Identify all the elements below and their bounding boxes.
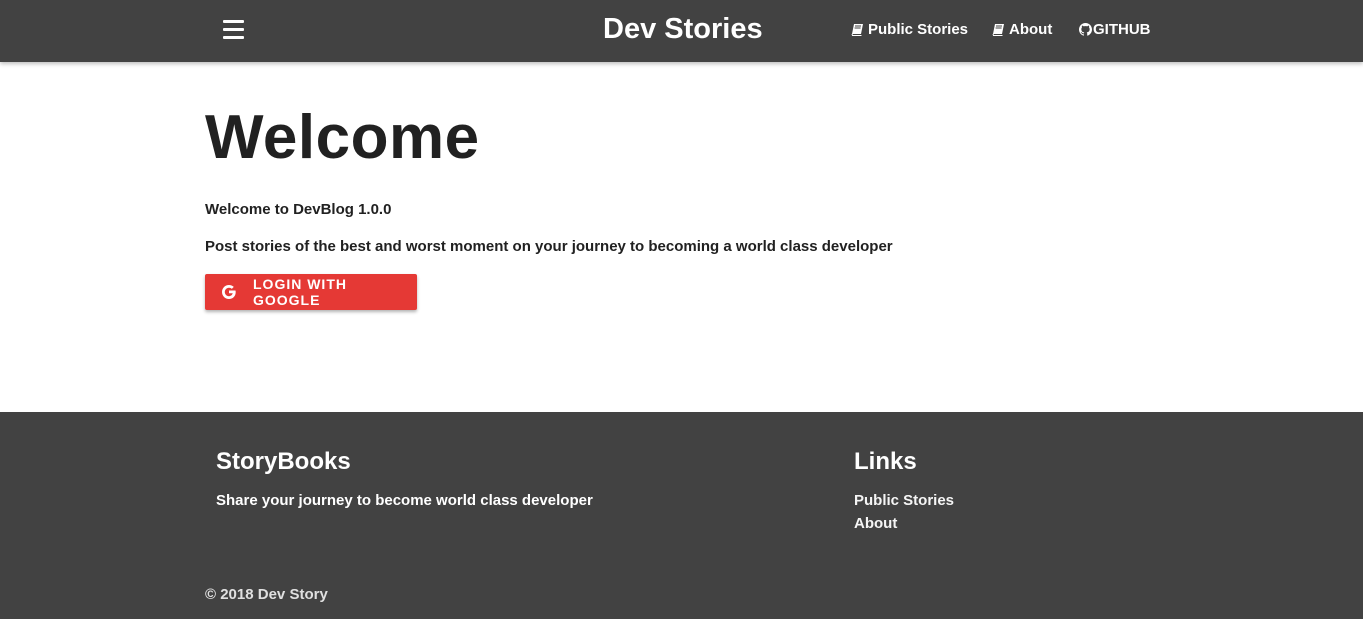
nav-link-label: About xyxy=(1009,21,1053,38)
login-button-label: LOGIN WITH GOOGLE xyxy=(253,276,347,308)
footer-links-title: Links xyxy=(854,448,917,475)
nav-link-label: GITHUB xyxy=(1093,21,1151,38)
page-footer: StoryBooks Share your journey to become … xyxy=(0,412,1363,619)
google-icon xyxy=(220,283,238,301)
nav-link-github[interactable]: GITHUB xyxy=(1079,21,1151,38)
login-with-google-button[interactable]: LOGIN WITH GOOGLE xyxy=(205,274,417,310)
page-title: Welcome xyxy=(205,103,480,172)
footer-about-text: Share your journey to become world class… xyxy=(216,492,593,509)
nav-link-about[interactable]: About xyxy=(992,21,1052,38)
book-icon xyxy=(992,23,1005,36)
github-icon xyxy=(1079,23,1092,36)
welcome-text: Welcome to DevBlog 1.0.0 xyxy=(205,201,392,218)
copyright-text: © 2018 Dev Story xyxy=(205,586,328,603)
book-icon xyxy=(851,23,864,36)
footer-link-about[interactable]: About xyxy=(854,515,897,532)
brand-logo[interactable]: Dev Stories xyxy=(603,13,763,46)
footer-about-title: StoryBooks xyxy=(216,448,351,475)
nav-link-label: Public Stories xyxy=(868,21,969,38)
top-navbar: Dev Stories Public Stories About GITHUB xyxy=(0,0,1363,62)
hamburger-menu-icon[interactable] xyxy=(223,20,245,40)
footer-link-public-stories[interactable]: Public Stories xyxy=(854,492,954,509)
nav-link-public-stories[interactable]: Public Stories xyxy=(851,21,968,38)
tagline-text: Post stories of the best and worst momen… xyxy=(205,238,893,255)
